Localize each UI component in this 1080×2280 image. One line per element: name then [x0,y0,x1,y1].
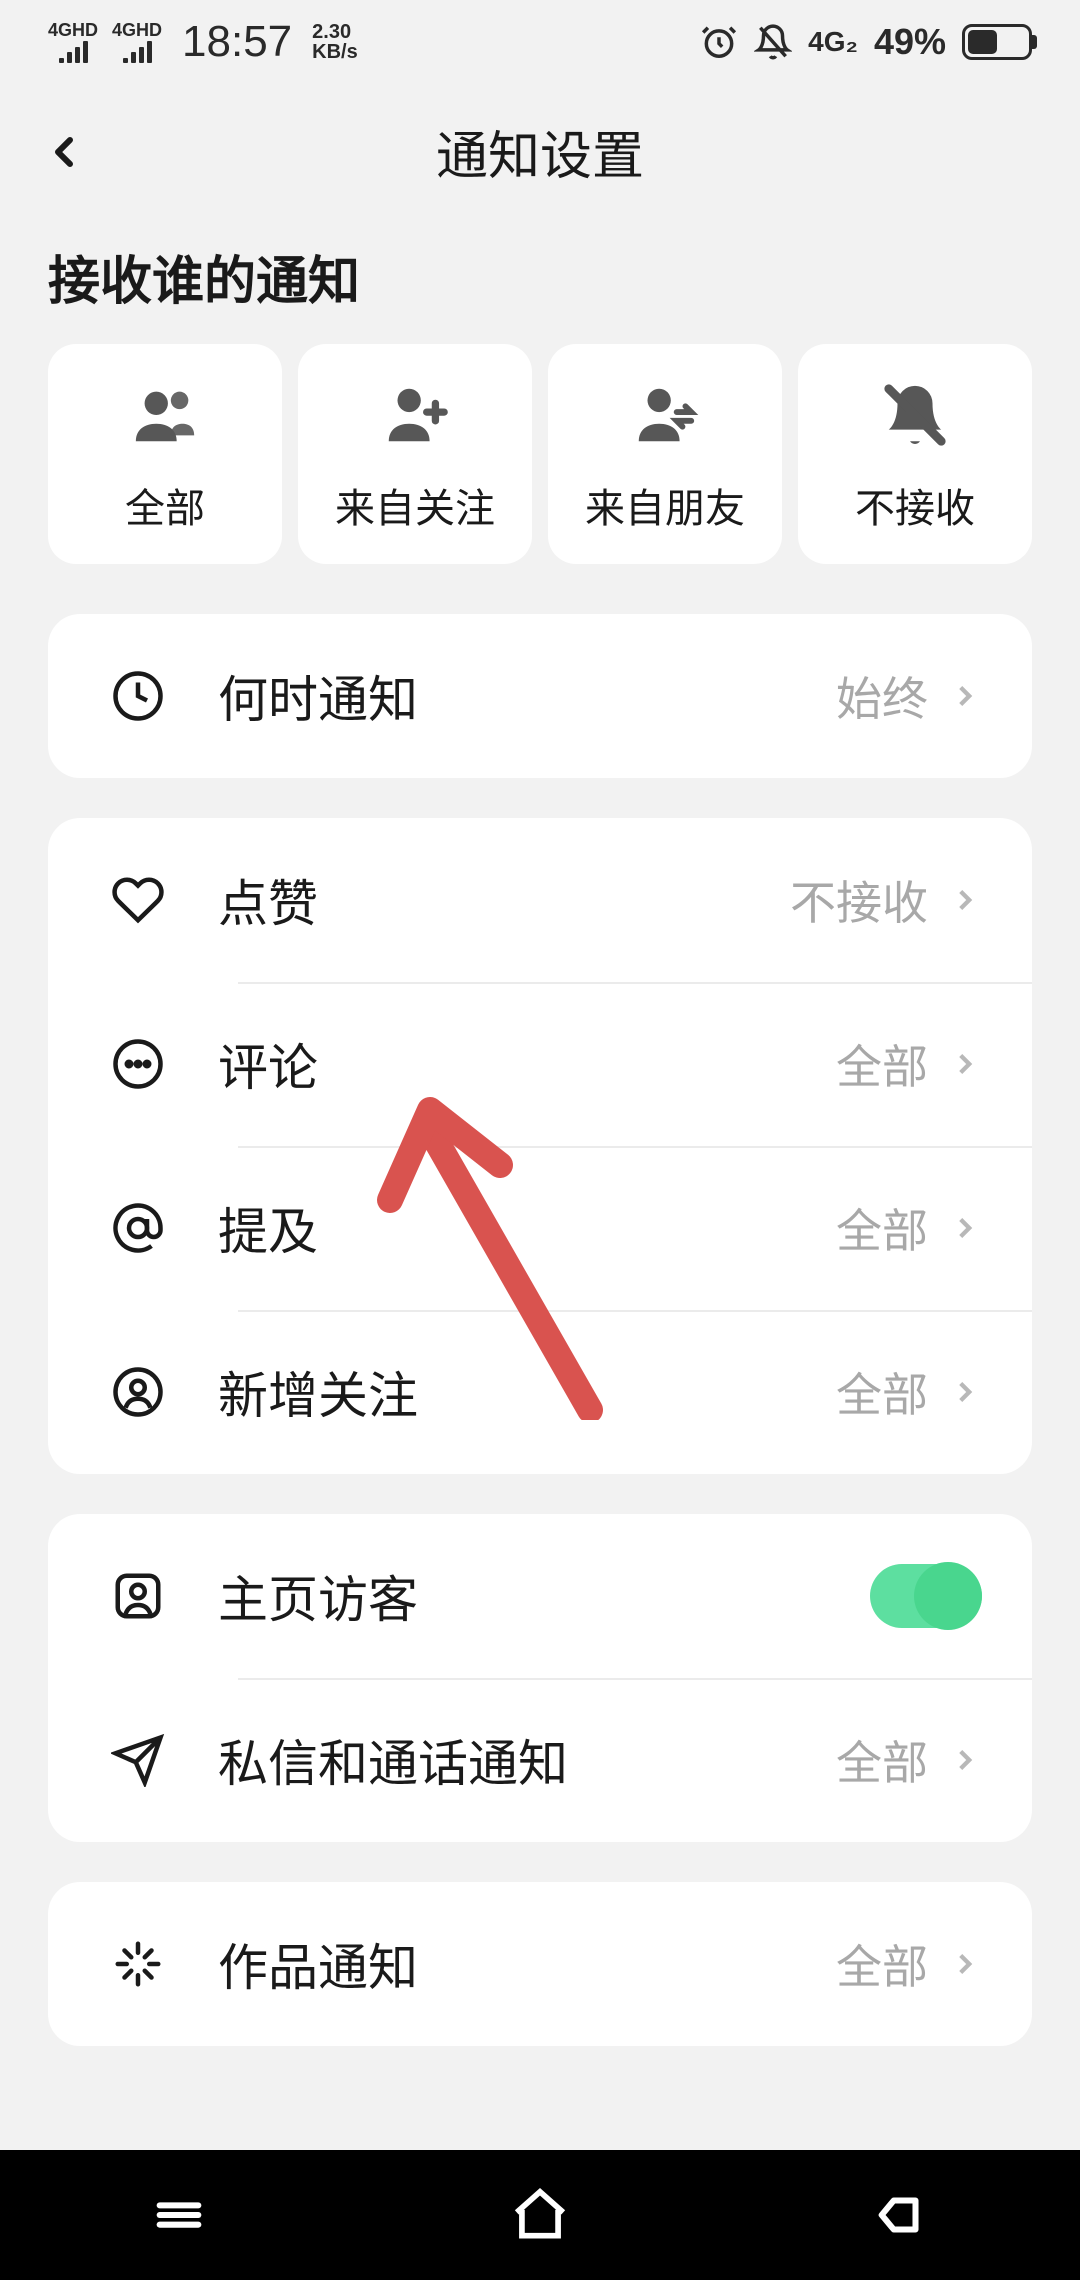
profile-square-icon [98,1569,178,1623]
signal-1-label: 4GHD [48,21,98,39]
send-icon [98,1733,178,1787]
row-visitor-label: 主页访客 [218,1560,870,1632]
filter-row: 全部 来自关注 来自朋友 不接收 [0,344,1080,614]
signal-1: 4GHD [48,21,98,63]
chevron-right-icon [948,679,982,713]
row-dm-label: 私信和通话通知 [218,1724,836,1796]
heart-icon [98,873,178,927]
chevron-right-icon [948,1211,982,1245]
status-left: 4GHD 4GHD 18:57 2.30 KB/s [48,17,358,67]
system-navbar [0,2150,1080,2280]
row-like-label: 点赞 [218,864,790,936]
row-like[interactable]: 点赞 不接收 [48,818,1032,982]
filter-friends-label: 来自朋友 [585,476,745,534]
group-works: 作品通知 全部 [48,1882,1032,2046]
row-new-follow[interactable]: 新增关注 全部 [48,1310,1032,1474]
chevron-right-icon [948,883,982,917]
at-icon [98,1201,178,1255]
row-new-follow-label: 新增关注 [218,1356,836,1428]
header: 通知设置 [0,84,1080,229]
speed-value: 2.30 [312,22,358,42]
group-timing: 何时通知 始终 [48,614,1032,778]
battery-icon [962,24,1032,60]
chevron-right-icon [948,1743,982,1777]
row-when-value: 始终 [836,663,928,729]
filter-none-label: 不接收 [855,476,975,534]
group-interactions: 点赞 不接收 评论 全部 提及 全部 新增关注 全部 [48,818,1032,1474]
row-works[interactable]: 作品通知 全部 [48,1882,1032,2046]
sparkle-icon [98,1937,178,1991]
alarm-icon [700,23,738,61]
row-when-label: 何时通知 [218,660,836,732]
mute-icon [754,23,792,61]
speed-unit: KB/s [312,42,358,62]
filter-all[interactable]: 全部 [48,344,282,564]
row-comment-value: 全部 [836,1031,928,1097]
filter-following[interactable]: 来自关注 [298,344,532,564]
filter-none[interactable]: 不接收 [798,344,1032,564]
group-social: 主页访客 私信和通话通知 全部 [48,1514,1032,1842]
comment-icon [98,1037,178,1091]
row-mention-value: 全部 [836,1195,928,1261]
status-right: 4G₂ 49% [700,21,1032,63]
back-button[interactable] [40,128,88,176]
nav-back-button[interactable] [872,2186,930,2244]
clock: 18:57 [182,17,292,67]
row-like-value: 不接收 [790,867,928,933]
clock-icon [98,669,178,723]
section-title-receive: 接收谁的通知 [0,229,1080,344]
visitor-toggle[interactable] [870,1564,982,1628]
status-bar: 4GHD 4GHD 18:57 2.30 KB/s 4G₂ 49% [0,0,1080,84]
network-type: 4G₂ [808,26,858,58]
signal-bars-icon [59,41,88,63]
people-icon [130,380,200,450]
row-comment[interactable]: 评论 全部 [48,982,1032,1146]
nav-home-button[interactable] [509,2184,571,2246]
row-dm[interactable]: 私信和通话通知 全部 [48,1678,1032,1842]
chevron-right-icon [948,1947,982,1981]
filter-friends[interactable]: 来自朋友 [548,344,782,564]
network-speed: 2.30 KB/s [312,22,358,62]
signal-2-label: 4GHD [112,21,162,39]
row-comment-label: 评论 [218,1028,836,1100]
row-mention-label: 提及 [218,1192,836,1264]
row-new-follow-value: 全部 [836,1359,928,1425]
bell-off-icon [880,380,950,450]
page-title: 通知设置 [436,114,644,189]
signal-2: 4GHD [112,21,162,63]
row-mention[interactable]: 提及 全部 [48,1146,1032,1310]
row-visitor[interactable]: 主页访客 [48,1514,1032,1678]
chevron-right-icon [948,1047,982,1081]
person-plus-icon [380,380,450,450]
signal-bars-icon [123,41,152,63]
battery-percent: 49% [874,21,946,63]
row-dm-value: 全部 [836,1727,928,1793]
row-works-label: 作品通知 [218,1928,836,2000]
user-circle-icon [98,1365,178,1419]
row-works-value: 全部 [836,1931,928,1997]
chevron-right-icon [948,1375,982,1409]
row-when-notify[interactable]: 何时通知 始终 [48,614,1032,778]
person-swap-icon [630,380,700,450]
nav-recent-button[interactable] [150,2186,208,2244]
filter-all-label: 全部 [125,476,205,534]
filter-following-label: 来自关注 [335,476,495,534]
